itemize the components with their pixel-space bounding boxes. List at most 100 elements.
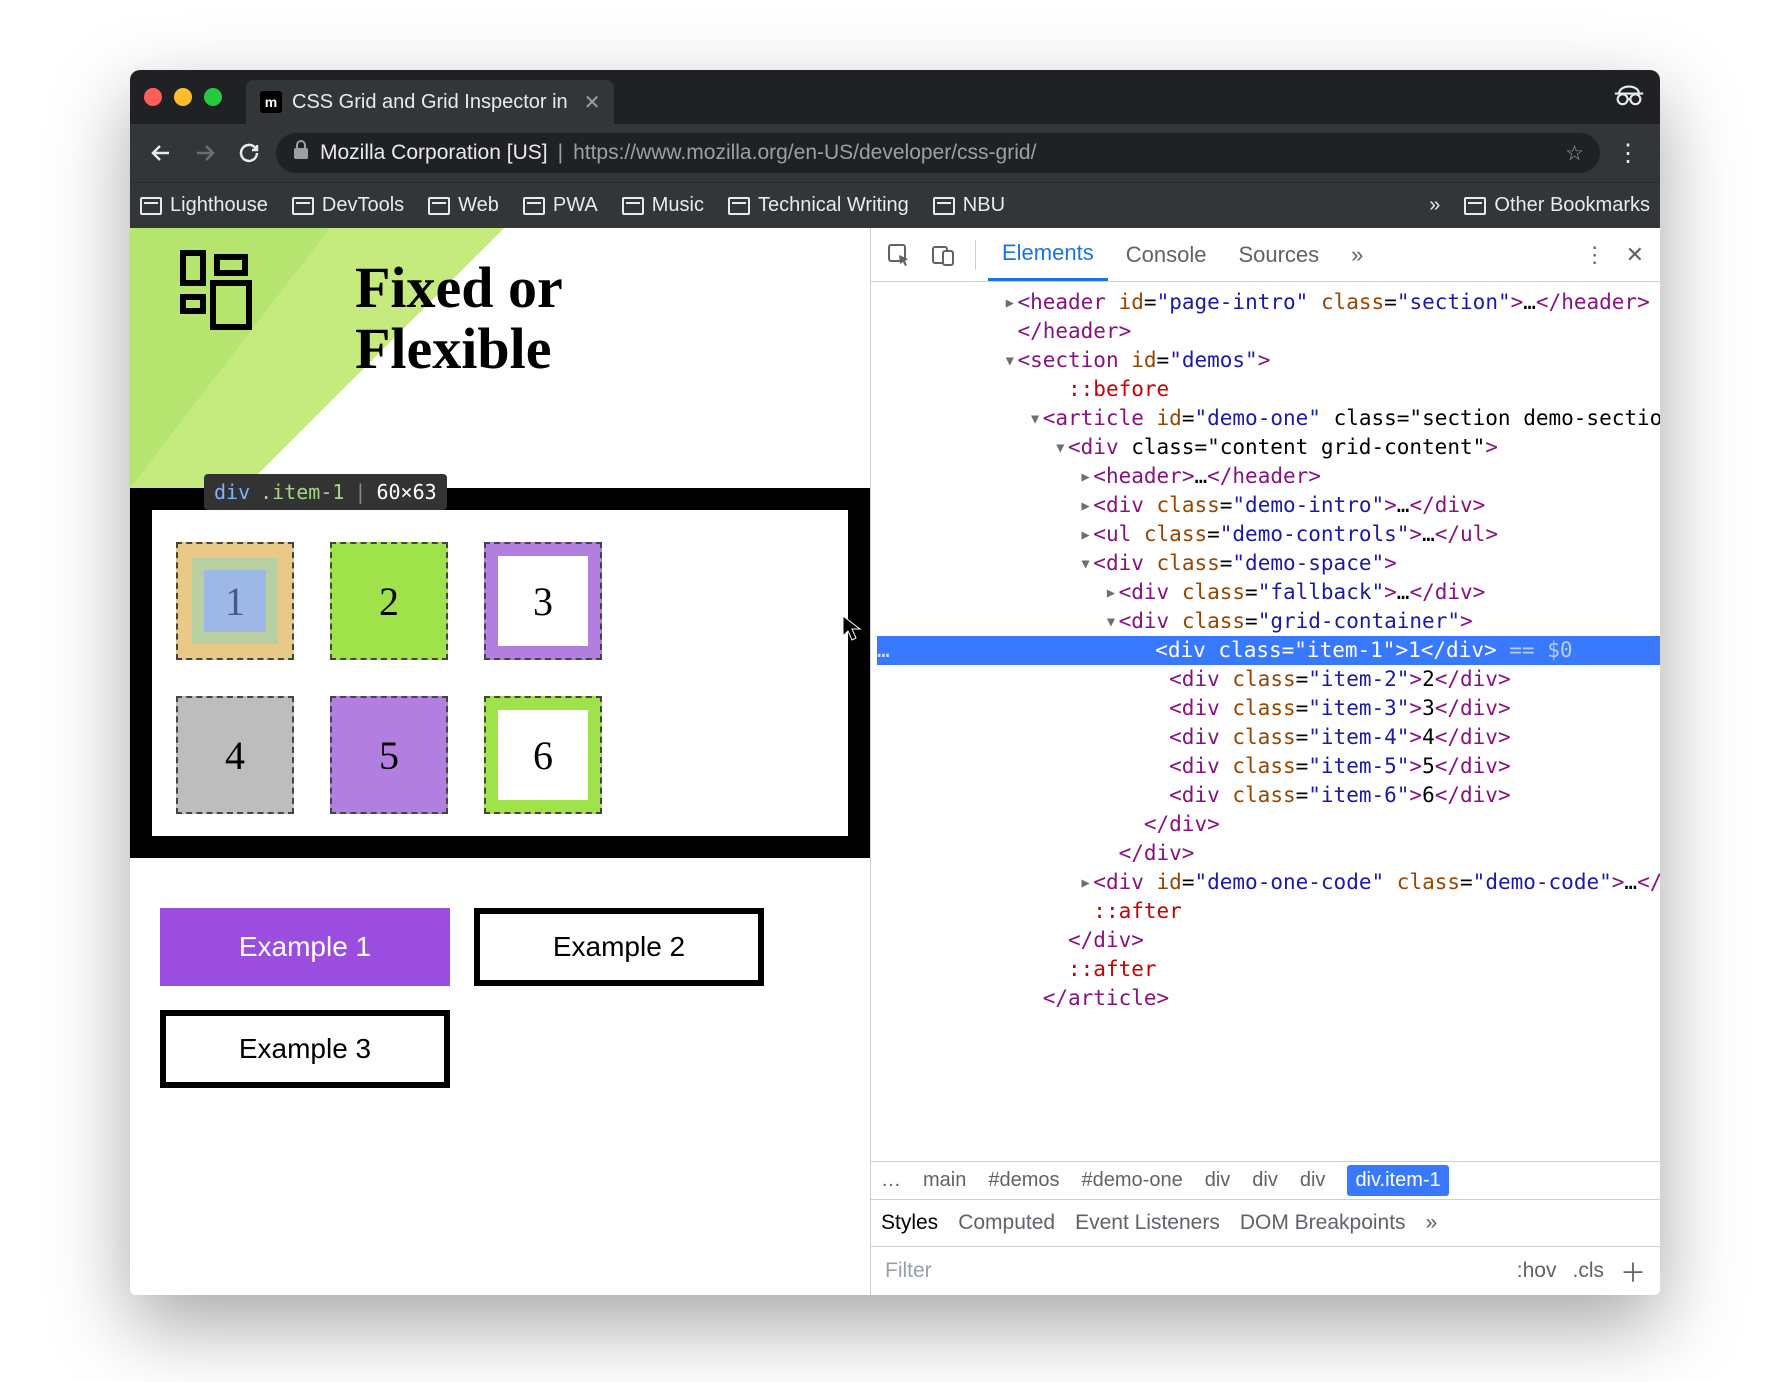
address-bar[interactable]: Mozilla Corporation [US] | https://www.m… xyxy=(276,133,1600,173)
crumb-selected[interactable]: div.item-1 xyxy=(1347,1165,1448,1196)
example-2-button[interactable]: Example 2 xyxy=(474,908,764,986)
crumb[interactable]: #demos xyxy=(988,1169,1059,1192)
devtools-tabs: Elements Console Sources » ⋮ ✕ xyxy=(871,228,1660,282)
folder-icon xyxy=(292,197,314,215)
bookmark-folder[interactable]: Web xyxy=(428,194,499,217)
grid-item-2[interactable]: 2 xyxy=(330,542,448,660)
window-controls xyxy=(144,88,222,106)
bookmark-label: DevTools xyxy=(322,194,404,217)
lock-icon xyxy=(292,140,310,166)
nav-toolbar: Mozilla Corporation [US] | https://www.m… xyxy=(130,124,1660,182)
forward-button[interactable] xyxy=(188,141,222,165)
reload-button[interactable] xyxy=(232,141,266,165)
crumb[interactable]: div xyxy=(1300,1169,1326,1192)
element-tooltip: div.item-1 | 60×63 xyxy=(204,474,447,510)
maximize-window-button[interactable] xyxy=(204,88,222,106)
cls-toggle[interactable]: .cls xyxy=(1572,1259,1604,1283)
tab-favicon: m xyxy=(260,91,282,113)
bookmark-folder[interactable]: NBU xyxy=(933,194,1005,217)
grid-item-6[interactable]: 6 xyxy=(484,696,602,814)
crumb[interactable]: main xyxy=(923,1169,966,1192)
example-buttons: Example 1 Example 2 Example 3 xyxy=(160,908,870,1088)
bookmark-folder[interactable]: PWA xyxy=(523,194,598,217)
inspect-element-icon[interactable] xyxy=(879,235,919,275)
close-window-button[interactable] xyxy=(144,88,162,106)
folder-icon xyxy=(1464,197,1486,215)
dom-tree[interactable]: <header id="page-intro" class="section">… xyxy=(871,282,1660,1161)
headline-line-2: Flexible xyxy=(355,319,563,380)
url-text: https://www.mozilla.org/en-US/developer/… xyxy=(573,141,1036,165)
hov-toggle[interactable]: :hov xyxy=(1517,1259,1557,1283)
tooltip-class: .item-1 xyxy=(260,480,344,504)
grid-item-3[interactable]: 3 xyxy=(484,542,602,660)
grid-item-1[interactable]: 1 xyxy=(176,542,294,660)
omnibox-separator: | xyxy=(558,141,563,165)
bookmark-label: NBU xyxy=(963,194,1005,217)
page-content: Fixed or Flexible div.item-1 | 60×63 1 2… xyxy=(130,228,870,1295)
tab-elements[interactable]: Elements xyxy=(988,228,1108,281)
crumb[interactable]: div xyxy=(1205,1169,1231,1192)
bookmark-folder[interactable]: DevTools xyxy=(292,194,404,217)
bookmark-label: Music xyxy=(652,194,704,217)
bookmark-label: PWA xyxy=(553,194,598,217)
tab-dom-breakpoints[interactable]: DOM Breakpoints xyxy=(1240,1211,1406,1235)
bookmark-folder[interactable]: Technical Writing xyxy=(728,194,909,217)
grid-item-4[interactable]: 4 xyxy=(176,696,294,814)
crumb[interactable]: div xyxy=(1252,1169,1278,1192)
minimize-window-button[interactable] xyxy=(174,88,192,106)
grid-logo-icon xyxy=(180,250,258,328)
folder-icon xyxy=(140,197,162,215)
tab-computed[interactable]: Computed xyxy=(958,1211,1055,1235)
bookmark-label: Lighthouse xyxy=(170,194,268,217)
bookmark-folder[interactable]: Lighthouse xyxy=(140,194,268,217)
folder-icon xyxy=(428,197,450,215)
bookmark-folder[interactable]: Music xyxy=(622,194,704,217)
tab-event-listeners[interactable]: Event Listeners xyxy=(1075,1211,1220,1235)
headline-line-1: Fixed or xyxy=(355,258,563,319)
demo-stage: div.item-1 | 60×63 1 2 3 4 5 6 xyxy=(130,488,870,858)
devtools-panel: Elements Console Sources » ⋮ ✕ <header i… xyxy=(870,228,1660,1295)
page-headline: Fixed or Flexible xyxy=(355,258,563,380)
devtools-menu-icon[interactable]: ⋮ xyxy=(1576,242,1614,268)
bookmarks-bar: Lighthouse DevTools Web PWA Music Techni… xyxy=(130,182,1660,228)
crumb[interactable]: … xyxy=(881,1169,901,1192)
example-1-button[interactable]: Example 1 xyxy=(160,908,450,986)
devtools-close-icon[interactable]: ✕ xyxy=(1618,242,1652,268)
tab-sources[interactable]: Sources xyxy=(1224,228,1333,281)
browser-window: m CSS Grid and Grid Inspector in ✕ Mozil… xyxy=(130,70,1660,1295)
styles-tabs-overflow-icon[interactable]: » xyxy=(1426,1211,1438,1235)
tab-styles[interactable]: Styles xyxy=(881,1211,938,1235)
bookmarks-overflow-icon[interactable]: » xyxy=(1429,194,1440,217)
titlebar: m CSS Grid and Grid Inspector in ✕ xyxy=(130,70,1660,124)
bookmark-label: Technical Writing xyxy=(758,194,909,217)
tab-console[interactable]: Console xyxy=(1112,228,1221,281)
breadcrumb[interactable]: … main #demos #demo-one div div div div.… xyxy=(871,1161,1660,1199)
styles-tabs: Styles Computed Event Listeners DOM Brea… xyxy=(871,1199,1660,1247)
tabs-overflow-icon[interactable]: » xyxy=(1337,228,1377,281)
hero: Fixed or Flexible xyxy=(130,228,870,488)
browser-menu-button[interactable]: ⋮ xyxy=(1610,139,1646,168)
grid-item-5[interactable]: 5 xyxy=(330,696,448,814)
other-bookmarks-folder[interactable]: Other Bookmarks xyxy=(1464,194,1650,217)
folder-icon xyxy=(728,197,750,215)
crumb[interactable]: #demo-one xyxy=(1082,1169,1183,1192)
tooltip-dimensions: 60×63 xyxy=(376,480,436,504)
browser-tab[interactable]: m CSS Grid and Grid Inspector in ✕ xyxy=(246,80,614,124)
incognito-icon xyxy=(1612,82,1646,113)
back-button[interactable] xyxy=(144,141,178,165)
bookmark-label: Other Bookmarks xyxy=(1494,194,1650,217)
device-toolbar-icon[interactable] xyxy=(923,235,963,275)
example-3-button[interactable]: Example 3 xyxy=(160,1010,450,1088)
new-style-rule-icon[interactable]: ＋ xyxy=(1620,1253,1646,1290)
tooltip-tag: div xyxy=(214,480,250,504)
bookmark-star-icon[interactable]: ☆ xyxy=(1565,141,1584,166)
tab-title: CSS Grid and Grid Inspector in xyxy=(292,91,568,114)
demo-grid: 1 2 3 4 5 6 xyxy=(176,542,824,814)
styles-filter-input[interactable]: Filter xyxy=(885,1259,932,1283)
styles-filter-row: Filter :hov .cls ＋ xyxy=(871,1247,1660,1295)
folder-icon xyxy=(523,197,545,215)
folder-icon xyxy=(622,197,644,215)
ev-cert-label: Mozilla Corporation [US] xyxy=(320,141,548,165)
bookmark-label: Web xyxy=(458,194,499,217)
tab-close-icon[interactable]: ✕ xyxy=(584,90,601,115)
